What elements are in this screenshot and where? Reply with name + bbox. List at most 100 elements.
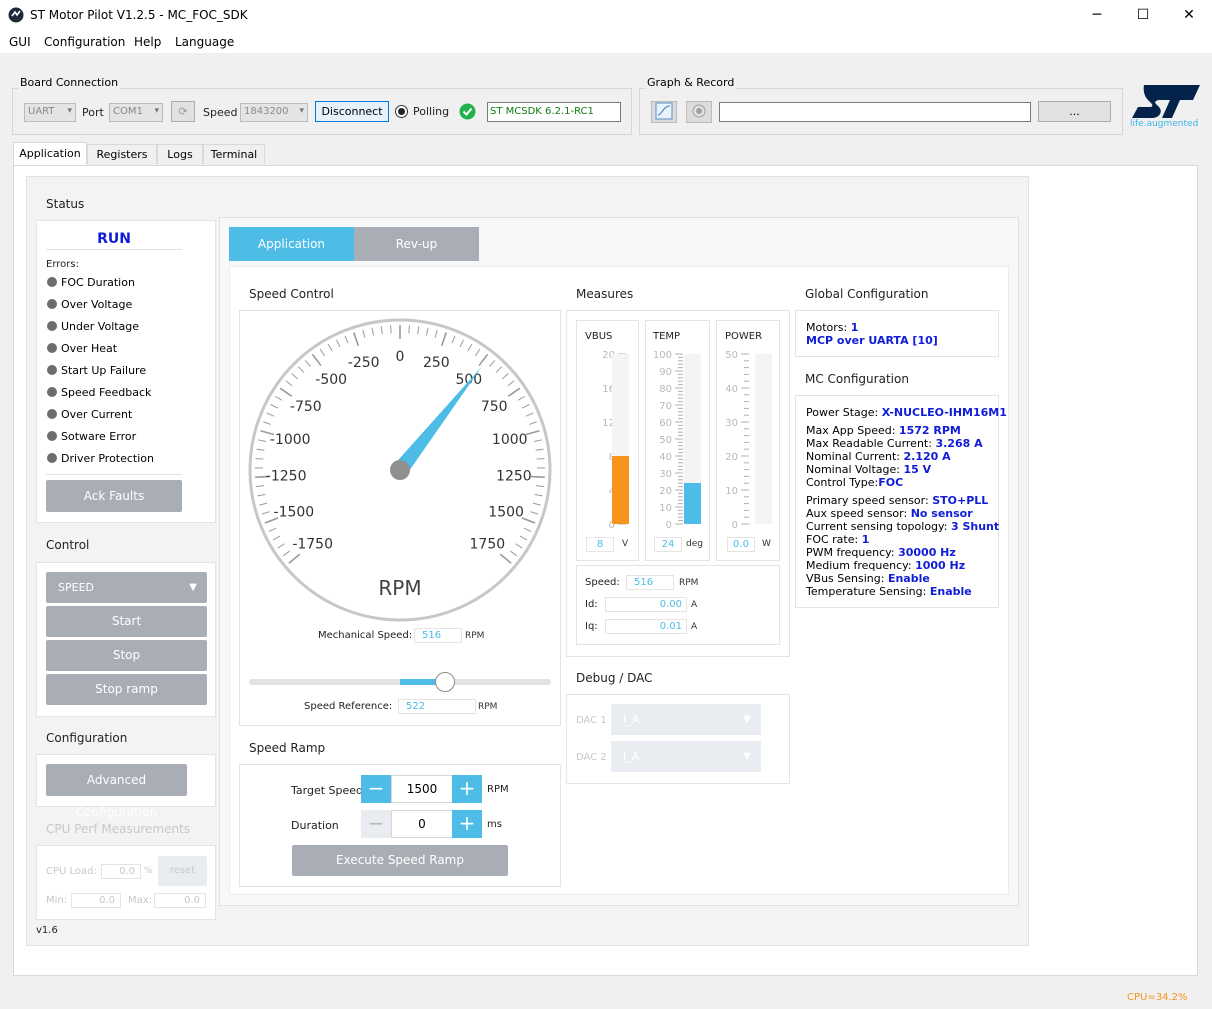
iq-unit: A	[691, 622, 698, 632]
duration-input[interactable]: 0	[391, 810, 453, 838]
foc-rate-label: FOC rate:	[806, 533, 859, 546]
gauge-minor-tick	[255, 457, 264, 460]
control-mode-value: SPEED	[58, 581, 94, 594]
error-start-up-failure: Start Up Failure	[47, 364, 146, 377]
gauge-label: -1750	[292, 536, 333, 552]
tab-application[interactable]: Application	[13, 142, 87, 166]
gauge-hub	[390, 460, 410, 480]
id-value: 0.00	[605, 597, 687, 612]
graph-button[interactable]	[651, 101, 677, 123]
rpm-gauge: -1750 -1500 -1250 -1000 -750 -500-250 0 250 500 7…	[248, 318, 552, 622]
temp-label: TEMP	[653, 331, 681, 342]
menu-language[interactable]: Language	[175, 35, 234, 49]
disconnect-button[interactable]: Disconnect	[315, 101, 389, 122]
gauge-minor-tick	[408, 325, 410, 334]
power-scale: 50 40 30 20 10 0	[716, 350, 749, 530]
minimize-button[interactable]: ─	[1074, 0, 1120, 31]
temp-sensing-value: Enable	[929, 585, 972, 598]
mc-config-box: Power Stage: X-NUCLEO-IHM16M1 Max App Sp…	[795, 395, 1007, 608]
pwm-frequency-value: 30000 Hz	[898, 546, 956, 559]
max-readable-current-value: 3.268 A	[935, 437, 983, 450]
cpu-perf-title: CPU Perf Measurements	[46, 822, 191, 836]
led-icon	[47, 343, 57, 353]
tab-terminal[interactable]: Terminal	[203, 144, 265, 164]
record-button[interactable]	[686, 101, 712, 123]
tab-registers[interactable]: Registers	[87, 144, 157, 164]
divider	[46, 474, 182, 475]
speed-ref-value[interactable]: 522	[398, 699, 476, 714]
refresh-button[interactable]: ⟳	[171, 101, 195, 122]
interface-select[interactable]: UART ▾	[24, 103, 76, 122]
led-icon	[47, 299, 57, 309]
id-label: Id:	[585, 599, 598, 610]
menu-gui[interactable]: GUI	[9, 35, 31, 49]
close-button[interactable]: ✕	[1166, 0, 1212, 31]
mech-speed-unit: RPM	[465, 631, 485, 641]
medium-frequency-label: Medium frequency:	[806, 559, 912, 572]
power-tick-label: 40	[725, 384, 738, 395]
execute-speed-ramp-button[interactable]: Execute Speed Ramp	[292, 845, 508, 876]
gauge-label: 500	[455, 372, 482, 388]
tab-logs[interactable]: Logs	[157, 144, 203, 164]
control-mode-select[interactable]: SPEED ▼	[46, 572, 207, 603]
measure-speed-label: Speed:	[585, 577, 620, 588]
temp-scale-svg: 1009080706050403020100	[653, 350, 683, 530]
temp-tick-label: 10	[659, 503, 672, 514]
subtab-application[interactable]: Application	[229, 227, 354, 261]
gauge-label: 1250	[496, 469, 532, 485]
advanced-configuration-button[interactable]: Advanced Configuration	[46, 764, 187, 819]
motors-value: 1	[850, 321, 859, 334]
logo-tagline: life.augmented	[1130, 119, 1199, 129]
start-button[interactable]: Start	[46, 606, 207, 637]
primary-sensor-value: STO+PLL	[932, 494, 989, 507]
minus-icon: −	[367, 811, 385, 835]
polling-radio[interactable]	[395, 105, 408, 118]
app-icon	[8, 7, 24, 23]
cpu-load-value: 0.0	[101, 864, 141, 879]
stop-ramp-button[interactable]: Stop ramp	[46, 674, 207, 705]
target-decrement-button[interactable]: −	[361, 775, 391, 803]
stop-button[interactable]: Stop	[46, 640, 207, 671]
dac2-select[interactable]: I_A ▼	[611, 741, 761, 772]
duration-decrement-button[interactable]: −	[361, 810, 391, 838]
speed-ramp-title: Speed Ramp	[249, 741, 326, 755]
cpu-status: CPU=34.2%	[1127, 992, 1188, 1003]
temp-scale: 100 90 80 70 60 50 40 30 20 10 0	[645, 350, 683, 530]
gauge-label: 1500	[488, 505, 524, 521]
temp-tick-label: 80	[659, 384, 672, 395]
target-increment-button[interactable]: +	[452, 775, 482, 803]
nominal-voltage-value: 15 V	[903, 463, 932, 476]
target-speed-input[interactable]: 1500	[391, 775, 453, 803]
dac1-label: DAC 1	[576, 715, 607, 726]
temp-tick-label: 100	[653, 350, 672, 361]
record-path-field[interactable]	[719, 102, 1031, 122]
browse-button[interactable]: ...	[1038, 101, 1111, 122]
port-select[interactable]: COM1 ▾	[109, 103, 163, 122]
baud-select[interactable]: 1843200 ▾	[240, 103, 308, 122]
menu-help[interactable]: Help	[134, 35, 161, 49]
vbus-value: 8	[586, 537, 614, 552]
power-stage-value: X-NUCLEO-IHM16M1	[881, 406, 1007, 419]
window-title: ST Motor Pilot V1.2.5 - MC_FOC_SDK	[30, 8, 248, 22]
control-type-value: FOC	[878, 476, 904, 489]
target-speed-unit: RPM	[487, 784, 509, 795]
error-driver-protection: Driver Protection	[47, 452, 154, 465]
duration-increment-button[interactable]: +	[452, 810, 482, 838]
motors-label: Motors:	[806, 321, 848, 334]
subtab-revup[interactable]: Rev-up	[354, 227, 479, 261]
ack-faults-button[interactable]: Ack Faults	[46, 480, 182, 512]
speed-slider-thumb[interactable]	[435, 672, 456, 692]
menu-configuration[interactable]: Configuration	[44, 35, 125, 49]
mc-config-title: MC Configuration	[805, 372, 909, 386]
error-over-current: Over Current	[47, 408, 132, 421]
graph-icon	[655, 102, 673, 120]
maximize-button[interactable]: ☐	[1120, 0, 1166, 31]
dac1-select[interactable]: I_A ▼	[611, 704, 761, 735]
nominal-current-label: Nominal Current:	[806, 450, 901, 463]
run-state: RUN	[46, 231, 182, 250]
mech-speed-value: 516	[414, 628, 462, 643]
power-tick-label: 10	[725, 486, 738, 497]
speed-ref-label: Speed Reference:	[304, 701, 393, 712]
nominal-current-value: 2.120 A	[903, 450, 951, 463]
cpu-reset-button[interactable]: reset	[158, 856, 207, 886]
